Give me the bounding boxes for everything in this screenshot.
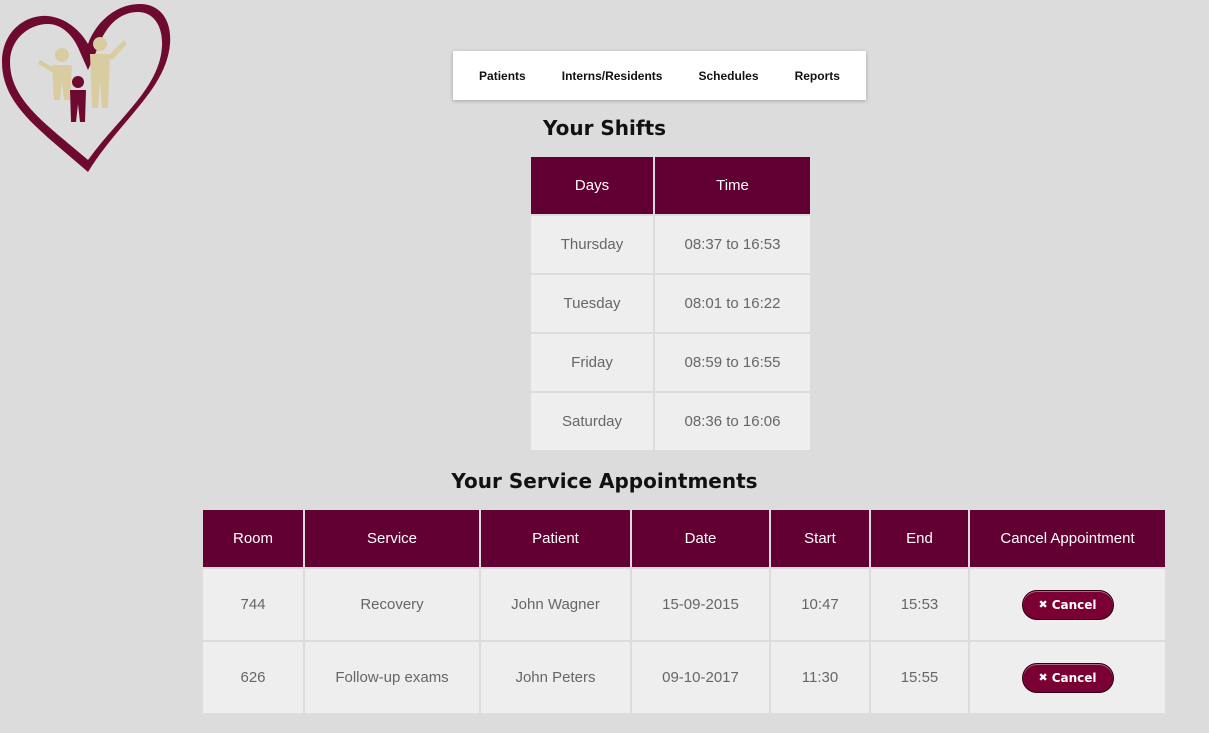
heart-logo-icon <box>2 4 171 172</box>
table-row: Friday 08:59 to 16:55 <box>529 332 812 393</box>
appointment-start: 11:30 <box>769 640 871 715</box>
column-header-room: Room <box>201 508 305 569</box>
appointment-cancel-cell: ✖ Cancel <box>968 567 1167 642</box>
appointment-end: 15:53 <box>869 567 970 642</box>
shift-day: Friday <box>529 332 655 393</box>
x-icon: ✖ <box>1038 598 1048 611</box>
appointment-cancel-cell: ✖ Cancel <box>968 640 1167 715</box>
shift-day: Tuesday <box>529 273 655 334</box>
shifts-title: Your Shifts <box>542 116 667 140</box>
column-header-service: Service <box>303 508 481 569</box>
appointments-table: Room Service Patient Date Start End Canc… <box>201 508 1167 715</box>
appointment-service: Follow-up exams <box>303 640 481 715</box>
shifts-table: Days Time Thursday 08:37 to 16:53 Tuesda… <box>529 155 812 452</box>
logo <box>2 4 171 172</box>
appointment-start: 10:47 <box>769 567 871 642</box>
column-header-days: Days <box>529 155 655 216</box>
top-nav: Patients Interns/Residents Schedules Rep… <box>453 51 866 100</box>
appointment-date: 15-09-2015 <box>630 567 771 642</box>
shift-time: 08:37 to 16:53 <box>653 214 812 275</box>
column-header-date: Date <box>630 508 771 569</box>
table-header-row: Room Service Patient Date Start End Canc… <box>201 508 1167 569</box>
nav-patients[interactable]: Patients <box>479 69 526 83</box>
x-icon: ✖ <box>1038 671 1048 684</box>
appointment-room: 744 <box>201 567 305 642</box>
cancel-appointment-button[interactable]: ✖ Cancel <box>1021 589 1114 620</box>
table-row: 626 Follow-up exams John Peters 09-10-20… <box>201 640 1167 715</box>
appointment-room: 626 <box>201 640 305 715</box>
appointment-patient: John Wagner <box>479 567 632 642</box>
cancel-button-label: Cancel <box>1051 597 1097 612</box>
appointment-service: Recovery <box>303 567 481 642</box>
appointment-end: 15:55 <box>869 640 970 715</box>
nav-interns-residents[interactable]: Interns/Residents <box>562 69 663 83</box>
table-header-row: Days Time <box>529 155 812 216</box>
shift-day: Thursday <box>529 214 655 275</box>
shift-time: 08:36 to 16:06 <box>653 391 812 452</box>
column-header-time: Time <box>653 155 812 216</box>
shift-day: Saturday <box>529 391 655 452</box>
column-header-start: Start <box>769 508 871 569</box>
table-row: Tuesday 08:01 to 16:22 <box>529 273 812 334</box>
nav-reports[interactable]: Reports <box>795 69 840 83</box>
column-header-patient: Patient <box>479 508 632 569</box>
column-header-cancel: Cancel Appointment <box>968 508 1167 569</box>
appointment-date: 09-10-2017 <box>630 640 771 715</box>
table-row: Saturday 08:36 to 16:06 <box>529 391 812 452</box>
appointment-patient: John Peters <box>479 640 632 715</box>
table-row: Thursday 08:37 to 16:53 <box>529 214 812 275</box>
appointments-title: Your Service Appointments <box>451 469 758 493</box>
table-row: 744 Recovery John Wagner 15-09-2015 10:4… <box>201 567 1167 642</box>
nav-schedules[interactable]: Schedules <box>699 69 759 83</box>
cancel-button-label: Cancel <box>1051 670 1097 685</box>
shift-time: 08:59 to 16:55 <box>653 332 812 393</box>
shift-time: 08:01 to 16:22 <box>653 273 812 334</box>
column-header-end: End <box>869 508 970 569</box>
cancel-appointment-button[interactable]: ✖ Cancel <box>1021 662 1114 693</box>
